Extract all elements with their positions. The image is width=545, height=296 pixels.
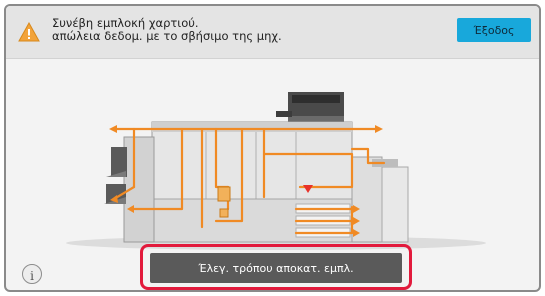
- large-capacity-tray: [351, 156, 409, 243]
- toner-part: [219, 208, 229, 218]
- toner-cartridge: [217, 186, 231, 202]
- exit-button[interactable]: Έξοδος: [457, 18, 531, 42]
- jam-guide-button[interactable]: Έλεγ. τρόπου αποκατ. εμπλ.: [150, 253, 402, 283]
- info-icon[interactable]: i: [22, 264, 42, 284]
- jam-message-line2: απώλεια δεδομ. με το σβήσιμο της μηχ.: [52, 29, 282, 43]
- header-bar: Συνέβη εμπλοκή χαρτιού. απώλεια δεδομ. μ…: [6, 6, 539, 59]
- jam-message: Συνέβη εμπλοκή χαρτιού. απώλεια δεδομ. μ…: [52, 17, 282, 43]
- warning-triangle-icon: [18, 22, 40, 42]
- scanner-unit: [276, 92, 344, 122]
